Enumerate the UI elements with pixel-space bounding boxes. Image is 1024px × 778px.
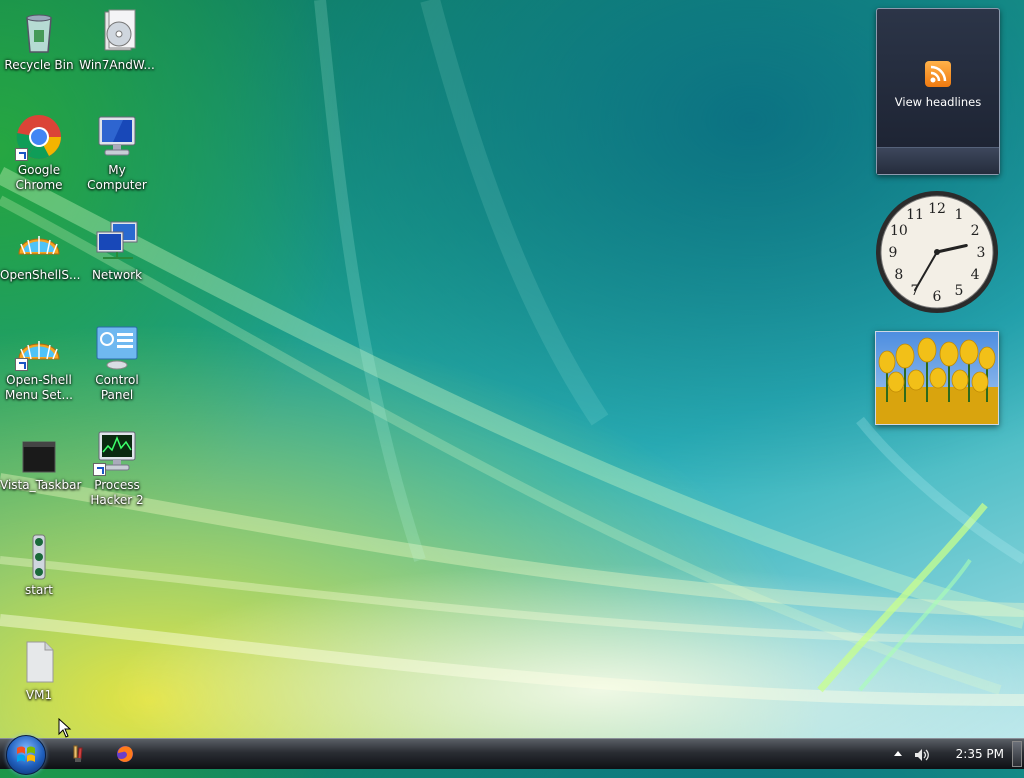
clock-number: 6	[933, 289, 942, 305]
computer-icon	[93, 113, 141, 161]
volume-icon[interactable]	[914, 747, 930, 761]
desktop-icon-process-hacker-2[interactable]: Process Hacker 2	[78, 428, 156, 508]
clock-number: 10	[890, 223, 908, 239]
traffic-light-icon	[15, 533, 63, 581]
desktop-icon-label: Recycle Bin	[4, 58, 74, 72]
desktop-icon-vm1[interactable]: VM1	[0, 638, 78, 703]
desktop-icon-open-shell-menu-settings[interactable]: Open-Shell Menu Set...	[0, 323, 78, 403]
clock-number: 11	[906, 207, 924, 223]
desktop-icon-openshells[interactable]: OpenShellS...	[0, 218, 81, 283]
show-hidden-icons-arrow[interactable]	[894, 751, 902, 756]
clock-number: 3	[977, 245, 986, 261]
rss-icon	[925, 61, 951, 87]
show-desktop-button[interactable]	[1012, 741, 1022, 767]
shortcut-arrow-icon	[15, 358, 28, 371]
desktop-icon-network[interactable]: Network	[78, 218, 156, 283]
desktop-icon-control-panel[interactable]: Control Panel	[78, 323, 156, 403]
clock-gadget[interactable]: 12 1 2 3 4 5 6 7 8 9 10 11	[875, 190, 999, 314]
desktop-icon-google-chrome[interactable]: Google Chrome	[0, 113, 78, 193]
clock-number: 8	[894, 267, 903, 283]
view-headlines-link[interactable]: View headlines	[877, 95, 999, 109]
desktop-icon-start[interactable]: start	[0, 533, 78, 598]
taskbar: 2:35 PM	[0, 735, 1024, 775]
firefox-icon[interactable]	[115, 744, 135, 764]
start-button[interactable]	[6, 735, 46, 775]
recycle-bin-icon	[15, 8, 63, 56]
desktop-icon-label: OpenShellS...	[0, 268, 81, 282]
clock-number: 1	[955, 207, 964, 223]
desktop-icon-my-computer[interactable]: My Computer	[78, 113, 156, 193]
clock-number: 5	[955, 283, 964, 299]
chrome-icon	[15, 113, 63, 161]
slideshow-gadget[interactable]	[875, 331, 999, 425]
shortcut-arrow-icon	[93, 463, 106, 476]
clock-number: 4	[971, 267, 980, 283]
desktop-icon-label: Vista_Taskbar	[0, 478, 82, 492]
desktop-icon-label: Process Hacker 2	[90, 478, 144, 507]
feed-gadget-footer	[877, 147, 999, 174]
cd-installer-icon	[93, 8, 141, 56]
shortcut-arrow-icon	[15, 148, 28, 161]
desktop-icon-label: Google Chrome	[15, 163, 63, 192]
desktop-icon-label: Open-Shell Menu Set...	[5, 373, 73, 402]
desktop-icon-recycle-bin[interactable]: Recycle Bin	[0, 8, 78, 73]
desktop-icon-label: start	[25, 583, 53, 597]
process-hacker-icon	[93, 428, 141, 476]
open-shell-icon	[15, 218, 63, 266]
network-icon	[93, 218, 141, 266]
clock-number: 12	[928, 201, 946, 217]
desktop-icon-vista-taskbar[interactable]: Vista_Taskbar	[0, 428, 82, 493]
file-icon	[15, 638, 63, 686]
clock-number: 9	[889, 245, 898, 261]
open-shell-icon	[15, 323, 63, 371]
desktop-icon-label: Win7AndW...	[79, 58, 155, 72]
desktop-icon-label: My Computer	[87, 163, 147, 192]
black-window-icon	[15, 428, 63, 476]
desktop-icon-label: VM1	[25, 688, 53, 702]
paint-icon[interactable]	[68, 744, 88, 764]
taskbar-clock[interactable]: 2:35 PM	[956, 747, 1004, 761]
desktop-icon-label: Network	[91, 268, 143, 282]
mouse-cursor-icon	[58, 718, 72, 738]
tulip-photo	[876, 332, 998, 424]
clock-number: 2	[971, 223, 980, 239]
feed-headlines-gadget[interactable]: View headlines	[876, 8, 1000, 175]
windows-logo-icon	[17, 746, 35, 762]
control-panel-icon	[93, 323, 141, 371]
desktop-icon-win7andw[interactable]: Win7AndW...	[78, 8, 156, 73]
desktop-icon-label: Control Panel	[95, 373, 139, 402]
